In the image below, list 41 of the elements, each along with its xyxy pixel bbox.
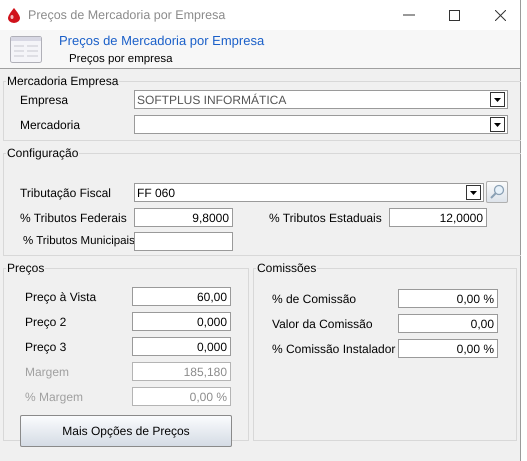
group-title: Configuração bbox=[6, 146, 80, 160]
number-field[interactable]: 0,000 bbox=[132, 337, 231, 356]
number-field[interactable]: 0,00 % bbox=[398, 289, 498, 308]
number-field[interactable]: 0,000 bbox=[132, 312, 231, 331]
group-title: Preços bbox=[6, 261, 46, 275]
window-title: Preços de Mercadoria por Empresa bbox=[28, 6, 226, 24]
field-label: Mercadoria bbox=[19, 116, 82, 134]
group-title: Mercadoria Empresa bbox=[6, 74, 120, 88]
more-price-options-button[interactable]: Mais Opções de Preços bbox=[20, 415, 232, 447]
dropdown-field[interactable]: SOFTPLUS INFORMÁTICA bbox=[134, 90, 508, 109]
field-label: % Margem bbox=[24, 388, 84, 406]
number-field[interactable]: 0,00 % bbox=[398, 339, 498, 358]
field-label: % Comissão Instalador bbox=[271, 340, 396, 358]
minimize-icon[interactable] bbox=[403, 14, 415, 16]
field-label: % Tributos Estaduais bbox=[269, 210, 383, 226]
number-field[interactable]: 60,00 bbox=[132, 287, 231, 306]
search-button[interactable] bbox=[486, 181, 508, 203]
header-title: Preços de Mercadoria por Empresa bbox=[59, 33, 264, 49]
form-window-icon bbox=[10, 36, 42, 63]
field-label: Preço à Vista bbox=[24, 288, 98, 306]
field-label: Preço 3 bbox=[24, 338, 68, 356]
field-label: Valor da Comissão bbox=[271, 316, 374, 332]
header-subtitle: Preços por empresa bbox=[69, 52, 174, 66]
field-label: Preço 2 bbox=[24, 314, 68, 330]
group-title: Comissões bbox=[256, 261, 318, 275]
number-field[interactable] bbox=[134, 232, 233, 251]
number-field[interactable]: 0,00 bbox=[398, 314, 498, 333]
maximize-icon[interactable] bbox=[449, 10, 460, 20]
field-label: % Tributos Municipais bbox=[22, 234, 134, 249]
dropdown-field[interactable] bbox=[134, 115, 508, 134]
field-label: Empresa bbox=[19, 92, 70, 108]
search-icon bbox=[489, 184, 505, 200]
number-field[interactable]: 9,8000 bbox=[134, 208, 233, 227]
field-label: % Tributos Federais bbox=[19, 210, 128, 226]
number-field[interactable]: 12,0000 bbox=[389, 208, 487, 227]
dropdown-field[interactable]: FF 060 bbox=[134, 183, 484, 202]
close-icon[interactable] bbox=[495, 10, 506, 20]
app-drop-icon bbox=[8, 8, 20, 22]
field-label: Margem bbox=[24, 364, 70, 380]
field-label: Tributação Fiscal bbox=[19, 184, 112, 202]
field-label: % de Comissão bbox=[271, 290, 358, 308]
